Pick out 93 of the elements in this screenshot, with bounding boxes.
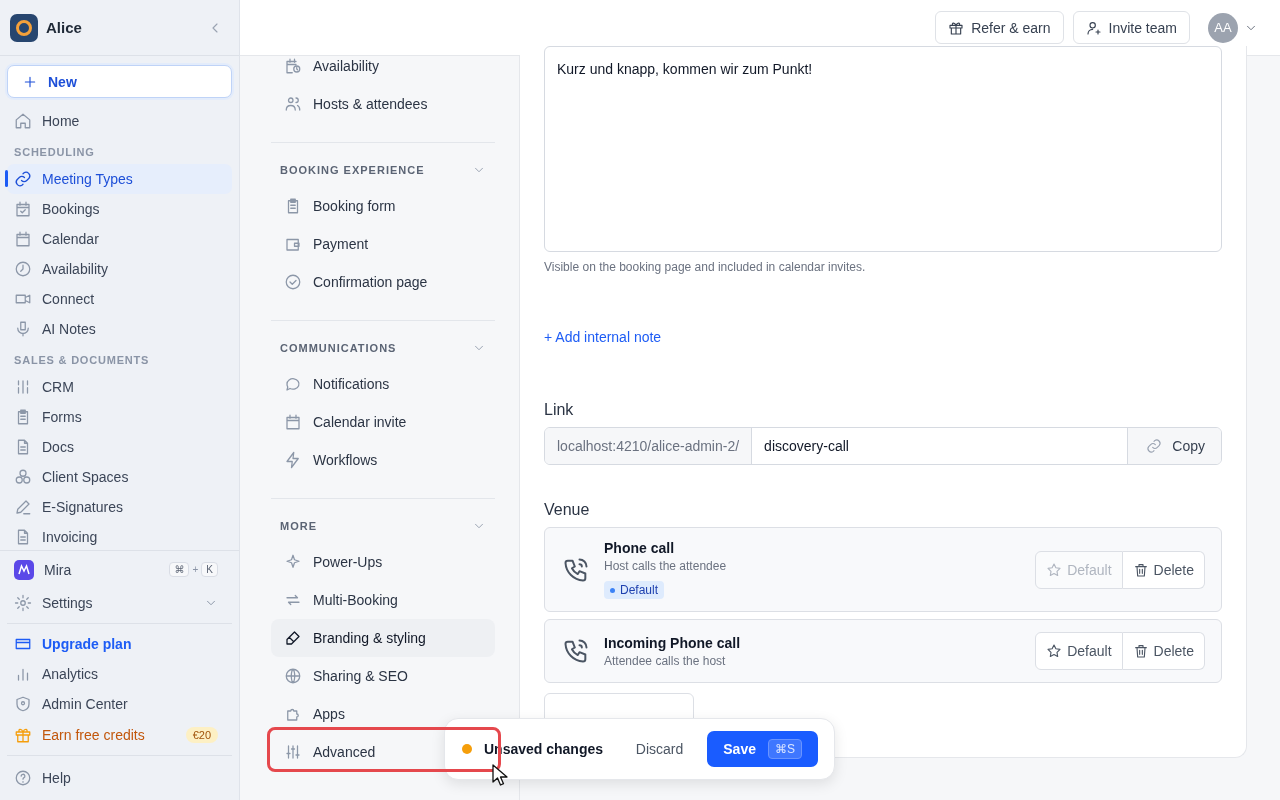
- invite-button[interactable]: Invite team: [1072, 11, 1190, 44]
- calendar-icon: [284, 413, 302, 431]
- nav-item[interactable]: Earn free credits €20: [7, 719, 232, 751]
- settings-nav-item[interactable]: Power-Ups: [271, 543, 495, 581]
- help-icon: [14, 768, 32, 787]
- sparkle-icon: [284, 553, 302, 571]
- sliders-icon: [284, 743, 302, 761]
- users-icon: [284, 95, 302, 113]
- nav-item[interactable]: Home: [7, 106, 232, 136]
- nav-item[interactable]: CRM: [7, 372, 232, 402]
- calendar-clock-icon: [284, 57, 302, 75]
- calendar-check-icon: [14, 200, 32, 218]
- help-item[interactable]: Help: [7, 761, 232, 794]
- settings-nav-item[interactable]: Sharing & SEO: [271, 657, 495, 695]
- globe-icon: [284, 667, 302, 685]
- home-icon: [14, 112, 32, 130]
- settings-nav-item[interactable]: Notifications: [271, 365, 495, 403]
- brush-icon: [284, 629, 302, 647]
- keyboard-key: K: [201, 562, 218, 577]
- nav-item[interactable]: Bookings: [7, 194, 232, 224]
- star-icon: [1046, 561, 1063, 578]
- settings-nav-item[interactable]: Apps: [271, 695, 495, 733]
- nav-item[interactable]: Calendar: [7, 224, 232, 254]
- settings-nav-item[interactable]: Availability: [271, 56, 495, 85]
- settings-nav-item[interactable]: Confirmation page: [271, 263, 495, 301]
- new-button[interactable]: New: [7, 65, 232, 98]
- delete-button[interactable]: Delete: [1122, 632, 1205, 670]
- keyboard-key: ⌘: [169, 562, 190, 577]
- help-text: Visible on the booking page and included in calendar invites.: [544, 260, 867, 274]
- group-title: BOOKING EXPERIENCE: [280, 164, 425, 176]
- settings-nav-item[interactable]: Calendar invite: [271, 403, 495, 441]
- settings-nav-item[interactable]: Payment: [271, 225, 495, 263]
- settings-nav-item[interactable]: Branding & styling: [271, 619, 495, 657]
- venue-description: Attendee calls the host: [604, 653, 727, 668]
- status-dot: [462, 744, 472, 754]
- trash-icon: [1132, 643, 1149, 659]
- nav-item[interactable]: Availability: [7, 254, 232, 284]
- trash-icon: [1132, 561, 1149, 578]
- settings-nav-item[interactable]: Booking form: [271, 187, 495, 225]
- link-label: Link: [544, 401, 575, 419]
- credit-badge: €20: [185, 727, 218, 743]
- venue-label: Venue: [544, 501, 591, 519]
- pen-icon: [14, 498, 32, 516]
- venue-name: Phone call: [604, 540, 676, 556]
- nav-item[interactable]: E-Signatures: [7, 492, 232, 522]
- shortcut-hint: ⌘S: [768, 739, 802, 759]
- star-icon: [1046, 643, 1063, 659]
- set-default-button[interactable]: Default: [1035, 632, 1123, 670]
- nav-item[interactable]: Admin Center: [7, 689, 232, 719]
- nav-item[interactable]: Connect: [7, 284, 232, 314]
- logo-icon[interactable]: [10, 13, 38, 42]
- nav-item[interactable]: Docs: [7, 432, 232, 462]
- calendar-icon: [14, 230, 32, 248]
- settings-nav-item[interactable]: Workflows: [271, 441, 495, 479]
- bolt-icon: [284, 451, 302, 469]
- add-note-link[interactable]: + Add internal note: [544, 329, 662, 345]
- group-title: COMMUNICATIONS: [280, 342, 397, 354]
- settings-nav-item[interactable]: Hosts & attendees: [271, 85, 495, 123]
- link-icon: [14, 170, 32, 188]
- venue-name: Incoming Phone call: [604, 634, 742, 651]
- workspace-name[interactable]: Alice: [46, 19, 199, 36]
- nav-item[interactable]: Invoicing: [7, 522, 232, 550]
- chat-icon: [284, 375, 302, 393]
- description-field[interactable]: Kurz und knapp, kommen wir zum Punkt!: [544, 46, 1222, 252]
- assistant-item[interactable]: Mira ⌘ + K: [7, 553, 232, 586]
- microphone-icon: [14, 320, 32, 338]
- gift-icon: [14, 726, 32, 744]
- nav-item[interactable]: Analytics: [7, 659, 232, 689]
- group-title: MORE: [280, 520, 317, 532]
- refer-button[interactable]: Refer & earn: [935, 11, 1064, 44]
- sparkle-app-icon: [14, 559, 34, 580]
- nav-item[interactable]: Forms: [7, 402, 232, 432]
- settings-item[interactable]: Settings: [7, 586, 232, 619]
- nav-item[interactable]: Meeting Types: [7, 164, 232, 194]
- shield-icon: [14, 695, 32, 713]
- section-label: SALES & DOCUMENTS: [13, 353, 151, 368]
- settings-nav-item[interactable]: Multi-Booking: [271, 581, 495, 619]
- save-button[interactable]: Save ⌘S: [707, 731, 818, 767]
- user-plus-icon: [1085, 19, 1102, 36]
- default-badge: Default: [604, 581, 665, 599]
- delete-button[interactable]: Delete: [1122, 550, 1205, 589]
- nav-item[interactable]: Client Spaces: [7, 462, 232, 492]
- cubes-icon: [14, 468, 32, 486]
- venue-description: Host calls the attendee: [604, 559, 728, 573]
- phone-icon: [562, 637, 590, 665]
- discard-button[interactable]: Discard: [635, 741, 684, 757]
- section-label: SCHEDULING: [13, 145, 96, 160]
- clock-icon: [14, 260, 32, 278]
- nav-item[interactable]: Upgrade plan: [7, 629, 232, 659]
- gear-icon: [14, 593, 32, 612]
- gift-icon: [948, 19, 965, 36]
- nav-item[interactable]: AI Notes: [7, 314, 232, 344]
- key-separator: +: [192, 564, 199, 575]
